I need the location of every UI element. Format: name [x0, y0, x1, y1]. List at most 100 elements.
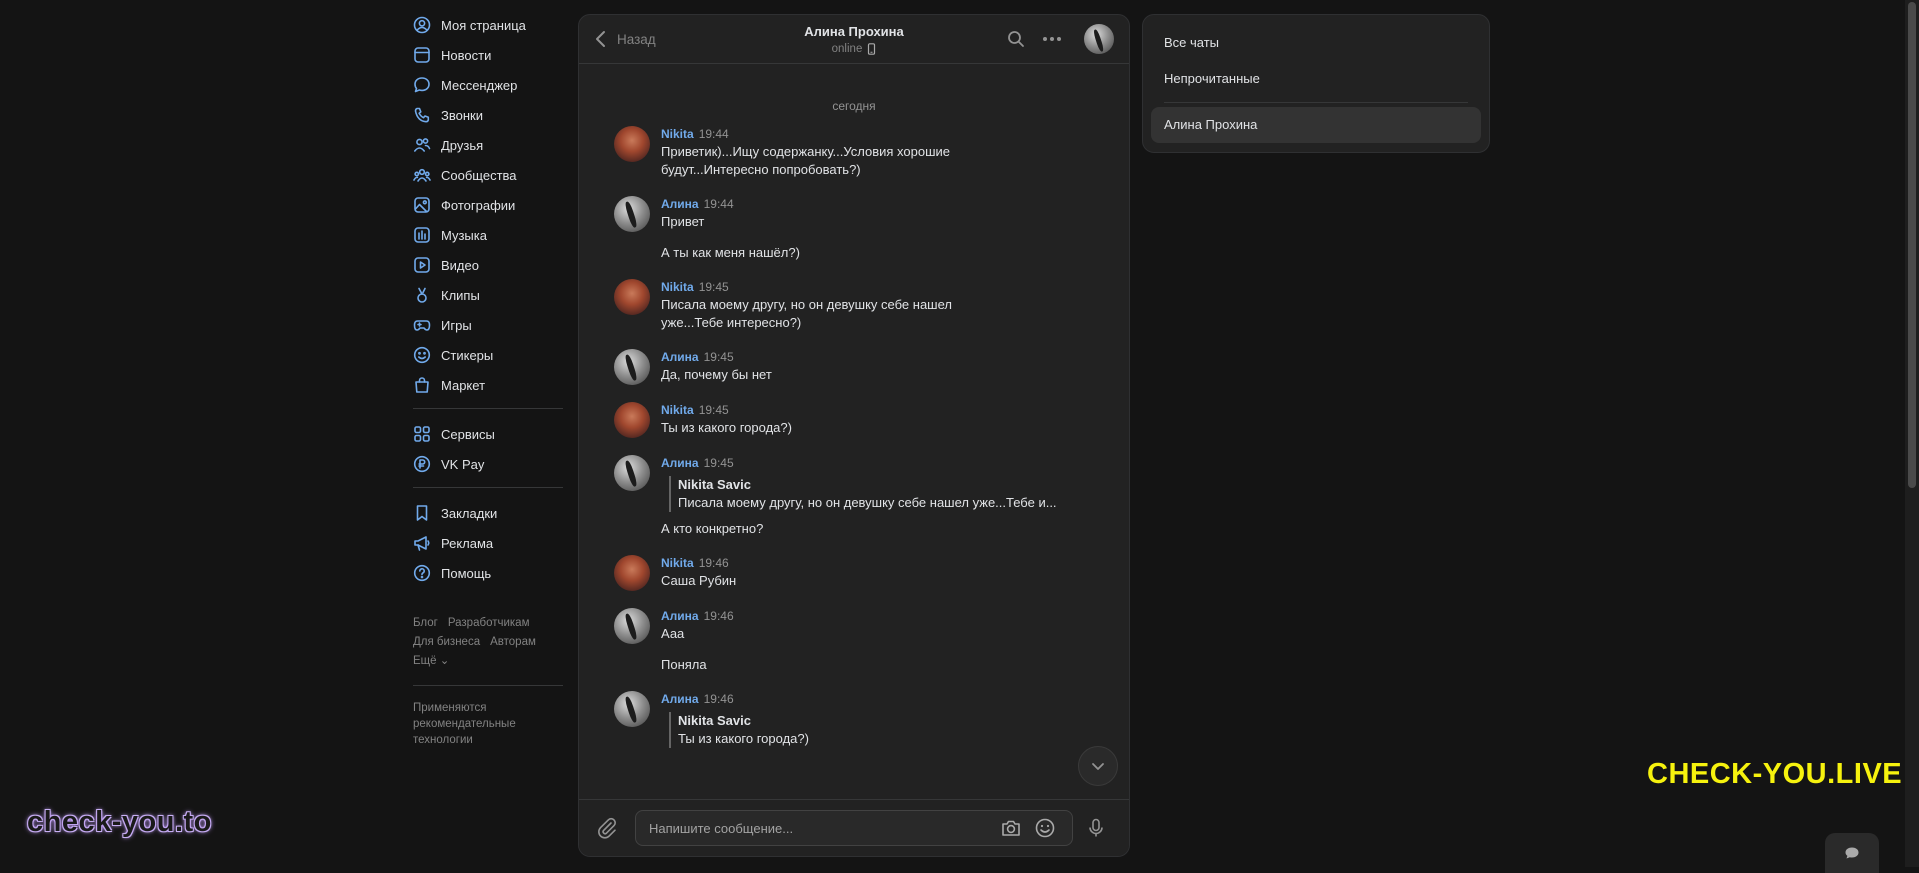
- message-author[interactable]: Алина: [661, 609, 699, 623]
- nav-item-ruble[interactable]: VK Pay: [413, 449, 563, 479]
- nav-item-services[interactable]: Сервисы: [413, 419, 563, 449]
- sender-avatar[interactable]: [614, 279, 650, 315]
- message-time[interactable]: 19:44: [704, 197, 734, 211]
- footer-link-business[interactable]: Для бизнеса: [413, 636, 480, 648]
- contact-avatar[interactable]: [1084, 24, 1114, 54]
- emoji-button[interactable]: [1034, 817, 1056, 839]
- message-item[interactable]: Nikita 19:45 Ты из какого города?): [579, 402, 1129, 438]
- floating-chat-button[interactable]: [1825, 833, 1879, 873]
- footer-link-developers[interactable]: Разработчикам: [448, 617, 530, 629]
- message-item[interactable]: Nikita 19:44 Приветик)...Ищу содержанку...…: [579, 126, 1129, 179]
- nav-item-help[interactable]: Помощь: [413, 558, 563, 588]
- message-item[interactable]: Алина 19:45 Nikita Savic Писала моему другу…: [579, 455, 1129, 538]
- message-meta: Алина 19:44: [661, 197, 1109, 211]
- ruble-icon: [413, 455, 431, 473]
- page-scrollbar[interactable]: [1905, 0, 1919, 867]
- message-item[interactable]: Алина 19:46 Ааа Поняла: [579, 608, 1129, 674]
- message-text: Писала моему другу, но он девушку себе н…: [661, 297, 952, 330]
- message-meta: Nikita 19:45: [661, 280, 1109, 294]
- nav-item-label: Новости: [441, 47, 492, 63]
- more-actions-button[interactable]: [1041, 28, 1063, 50]
- message-time[interactable]: 19:45: [704, 456, 734, 470]
- nav-item-communities[interactable]: Сообщества: [413, 160, 563, 190]
- smile-icon: [1035, 818, 1055, 838]
- message-time[interactable]: 19:46: [699, 556, 729, 570]
- clips-icon: [413, 286, 431, 304]
- nav-item-megaphone[interactable]: Реклама: [413, 528, 563, 558]
- sender-avatar[interactable]: [614, 455, 650, 491]
- scroll-to-bottom-button[interactable]: [1078, 746, 1118, 786]
- nav-item-gamepad[interactable]: Игры: [413, 310, 563, 340]
- filter-all-chats[interactable]: Все чаты: [1143, 25, 1489, 61]
- reply-quote[interactable]: Nikita Savic Ты из какого города?): [669, 712, 1109, 748]
- message-item[interactable]: Nikita 19:45 Писала моему другу, но он дев…: [579, 279, 1129, 332]
- message-body: Алина 19:45 Да, почему бы нет: [661, 350, 1109, 385]
- message-text: Поняла: [661, 657, 707, 672]
- message-time[interactable]: 19:45: [699, 403, 729, 417]
- message-item[interactable]: Алина 19:45 Да, почему бы нет: [579, 349, 1129, 385]
- footer-link-authors[interactable]: Авторам: [490, 636, 536, 648]
- nav-item-video[interactable]: Видео: [413, 250, 563, 280]
- nav-item-clips[interactable]: Клипы: [413, 280, 563, 310]
- resize-handle[interactable]: [847, 850, 861, 856]
- scrollbar-thumb[interactable]: [1908, 2, 1916, 488]
- message-item[interactable]: Алина 19:44 Привет А ты как меня нашёл?): [579, 196, 1129, 262]
- recommendation-note[interactable]: Применяются рекомендательные технологии: [413, 685, 563, 748]
- camera-button[interactable]: [1000, 817, 1022, 839]
- message-author[interactable]: Nikita: [661, 280, 694, 294]
- message-author[interactable]: Nikita: [661, 556, 694, 570]
- nav-item-music[interactable]: Музыка: [413, 220, 563, 250]
- message-author[interactable]: Алина: [661, 350, 699, 364]
- sender-avatar[interactable]: [614, 608, 650, 644]
- footer-link-blog[interactable]: Блог: [413, 617, 438, 629]
- message-author[interactable]: Алина: [661, 692, 699, 706]
- sender-avatar[interactable]: [614, 196, 650, 232]
- message-body: Nikita 19:45 Писала моему другу, но он дев…: [661, 280, 1109, 332]
- filter-unread[interactable]: Непрочитанные: [1143, 61, 1489, 97]
- paperclip-icon: [598, 817, 616, 839]
- drag-handle-icon: [847, 856, 861, 857]
- sender-avatar[interactable]: [614, 555, 650, 591]
- nav-item-bookmark[interactable]: Закладки: [413, 498, 563, 528]
- sender-avatar[interactable]: [614, 349, 650, 385]
- search-icon: [1008, 31, 1024, 47]
- message-author[interactable]: Nikita: [661, 127, 694, 141]
- message-meta: Алина 19:45: [661, 350, 1109, 364]
- nav-item-label: Стикеры: [441, 347, 494, 363]
- nav-item-label: Моя страница: [441, 17, 526, 33]
- message-author[interactable]: Nikita: [661, 403, 694, 417]
- voice-message-button[interactable]: [1085, 817, 1107, 839]
- message-time[interactable]: 19:45: [699, 280, 729, 294]
- message-time[interactable]: 19:46: [704, 692, 734, 706]
- chevron-down-icon: [1092, 762, 1104, 770]
- search-button[interactable]: [1005, 28, 1027, 50]
- reply-quote[interactable]: Nikita Savic Писала моему другу, но он де…: [669, 476, 1109, 512]
- message-item[interactable]: Алина 19:46 Nikita Savic Ты из какого город…: [579, 691, 1129, 756]
- message-author[interactable]: Алина: [661, 197, 699, 211]
- message-item[interactable]: Nikita 19:46 Саша Рубин: [579, 555, 1129, 591]
- sender-avatar[interactable]: [614, 126, 650, 162]
- nav-item-news[interactable]: Новости: [413, 40, 563, 70]
- nav-item-friends[interactable]: Друзья: [413, 130, 563, 160]
- nav-item-message[interactable]: Мессенджер: [413, 70, 563, 100]
- footer-more-button[interactable]: Ещё ⌄: [413, 655, 449, 667]
- message-author[interactable]: Алина: [661, 456, 699, 470]
- filter-current-chat[interactable]: Алина Прохина: [1151, 107, 1481, 143]
- message-time[interactable]: 19:46: [704, 609, 734, 623]
- nav-item-smile[interactable]: Стикеры: [413, 340, 563, 370]
- sender-avatar[interactable]: [614, 691, 650, 727]
- nav-item-label: Видео: [441, 257, 479, 273]
- message-history[interactable]: сегодня Nikita 19:44 Приветик)...Ищу содер…: [579, 65, 1129, 800]
- message-body: Nikita 19:45 Ты из какого города?): [661, 403, 1109, 438]
- nav-item-photo[interactable]: Фотографии: [413, 190, 563, 220]
- message-meta: Nikita 19:44: [661, 127, 1109, 141]
- nav-item-user-circle[interactable]: Моя страница: [413, 10, 563, 40]
- message-time[interactable]: 19:45: [704, 350, 734, 364]
- message-text: Ты из какого города?): [661, 420, 792, 435]
- nav-item-phone[interactable]: Звонки: [413, 100, 563, 130]
- message-time[interactable]: 19:44: [699, 127, 729, 141]
- quote-author: Nikita Savic: [678, 477, 751, 492]
- attach-button[interactable]: [596, 817, 618, 839]
- nav-item-bag[interactable]: Маркет: [413, 370, 563, 400]
- sender-avatar[interactable]: [614, 402, 650, 438]
